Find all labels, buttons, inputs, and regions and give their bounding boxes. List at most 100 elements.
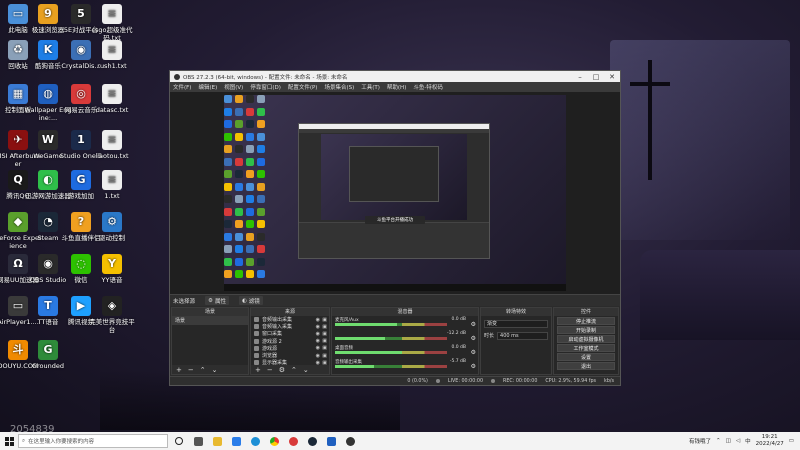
eye-icon[interactable]: ◉ [316,317,320,323]
control-button[interactable]: 设置 [557,353,615,361]
task-view-icon[interactable] [190,433,206,449]
properties-button[interactable]: ⚙ 属性 [205,296,229,305]
cpu-fps: CPU: 2.9%, 59.94 fps [545,378,597,384]
yy-icon: Y [102,254,122,274]
netease-music-icon[interactable] [285,433,301,449]
store-icon[interactable] [228,433,244,449]
lock-icon[interactable]: ▣ [322,324,327,330]
move-up-icon[interactable]: ⌃ [291,366,297,374]
file-explorer-icon[interactable] [209,433,225,449]
preview-icon [257,195,265,203]
control-button[interactable]: 退出 [557,362,615,370]
volume-level [335,365,375,368]
desktop-icon[interactable]: ≡ datasc.txt [88,84,136,114]
system-tray: 有钱哦了 ⌃ ◫ ◁ 中 19:21 2022/4/27 ▭ [689,434,800,448]
eye-icon[interactable]: ◉ [316,338,320,344]
network-icon[interactable]: ◫ [726,438,731,444]
source-item[interactable]: 窗口采集 ◉ ▣ [251,330,329,337]
ime-icon[interactable]: 中 [745,437,751,445]
remove-icon[interactable]: − [188,366,194,374]
preview-icon [224,245,232,253]
remove-icon[interactable]: − [267,366,273,374]
start-button[interactable] [0,432,18,450]
preview-canvas[interactable]: 斗鱼平台开播成功 [224,95,566,291]
menu-item[interactable]: 斗鱼-特权码 [413,83,443,91]
scene-item[interactable]: 场景 [172,316,248,325]
gear-icon[interactable]: ⚙ [471,321,476,328]
wallpaper-sofa [640,250,800,340]
menu-item[interactable]: 配置文件(P) [288,83,318,91]
eye-icon[interactable]: ◉ [316,353,320,359]
lock-icon[interactable]: ▣ [322,331,327,337]
desktop-icon[interactable]: ◈ 完美世界竞技平台 [88,296,136,334]
move-down-icon[interactable]: ⌄ [303,366,309,374]
lock-icon[interactable]: ▣ [322,338,327,344]
minimize-icon[interactable]: – [572,71,588,82]
filters-button[interactable]: ◐ 滤镜 [238,296,263,305]
menu-item[interactable]: 帮助(H) [387,83,406,91]
control-button[interactable]: 开始录制 [557,326,615,334]
desktop-icon[interactable]: Y YY语音 [88,254,136,284]
lock-icon[interactable]: ▣ [322,345,327,351]
lock-icon[interactable]: ▣ [322,317,327,323]
menu-item[interactable]: 编辑(E) [198,83,217,91]
source-item[interactable]: 游戏源 2 ◉ ▣ [251,338,329,345]
transitions-dock: 转场特效 渐变 时长 400 ms [480,307,552,375]
tt-voice-icon: T [38,296,58,316]
obs-preview[interactable]: 斗鱼平台开播成功 [170,92,620,294]
source-item[interactable]: 音频输入采集 ◉ ▣ [251,323,329,330]
transition-type-select[interactable]: 渐变 [484,319,548,328]
close-icon[interactable]: ✕ [604,71,620,82]
eye-icon[interactable]: ◉ [316,345,320,351]
menu-item[interactable]: 文件(F) [173,83,191,91]
edge-icon[interactable] [247,433,263,449]
gear-icon[interactable]: ⚙ [471,363,476,370]
wallpaper-engine-icon[interactable] [323,433,339,449]
chrome-icon[interactable] [266,433,282,449]
chevron-up-icon[interactable]: ⌃ [716,438,721,444]
obs-window[interactable]: OBS 27.2.3 (64-bit, windows) - 配置文件: 未命名… [169,70,621,386]
obs-icon[interactable] [342,433,358,449]
desktop-icon[interactable]: ≡ liaotou.txt [88,130,136,160]
move-up-icon[interactable]: ⌃ [200,366,206,374]
menu-item[interactable]: 停靠窗口(D) [250,83,281,91]
mixer-db: -5.7 dB [449,359,466,364]
menu-item[interactable]: 工具(T) [361,83,380,91]
control-button[interactable]: 工作室模式 [557,344,615,352]
source-item[interactable]: 音频输出采集 ◉ ▣ [251,316,329,323]
transition-duration[interactable]: 时长 400 ms [484,331,548,340]
menu-item[interactable]: 视图(V) [224,83,243,91]
mixer-channel: 麦克风/Aux 0.0 dB ⚙ [332,316,478,330]
steam-icon[interactable] [304,433,320,449]
sources-toolbar: + − ⚙ ⌃ ⌄ [251,365,329,374]
wallpaper-cross [630,60,670,180]
lock-icon[interactable]: ▣ [322,353,327,359]
volume-icon[interactable]: ◁ [736,438,740,444]
desktop-icon[interactable]: ≡ csgo超级准代码.txt [88,4,136,42]
gear-icon[interactable]: ⚙ [279,366,285,374]
notification-icon[interactable]: ▭ [789,438,794,444]
desktop-icon[interactable]: ≡ rush1.txt [88,40,136,70]
menu-item[interactable]: 场景集合(S) [324,83,354,91]
gear-icon[interactable]: ⚙ [471,349,476,356]
control-button[interactable]: 启动虚拟摄像机 [557,335,615,343]
control-button[interactable]: 停止推流 [557,317,615,325]
desktop-icon-label: 驱动控制 [99,234,125,242]
source-item[interactable]: 游戏源 ◉ ▣ [251,345,329,352]
eye-icon[interactable]: ◉ [316,331,320,337]
maximize-icon[interactable]: □ [588,71,604,82]
preview-icon [246,257,254,266]
obs-titlebar[interactable]: OBS 27.2.3 (64-bit, windows) - 配置文件: 未命名… [170,71,620,82]
clock[interactable]: 19:21 2022/4/27 [756,434,784,448]
add-icon[interactable]: + [176,366,182,374]
taskbar-search[interactable]: ⌕ 在这里输入你要搜索的内容 [18,434,168,448]
desktop-icon[interactable]: G Grounded [24,340,72,370]
desktop-icon[interactable]: ⚙ 驱动控制 [88,212,136,242]
add-icon[interactable]: + [255,366,261,374]
move-down-icon[interactable]: ⌄ [212,366,218,374]
eye-icon[interactable]: ◉ [316,324,320,330]
desktop-icon[interactable]: ≡ 1.txt [88,170,136,200]
gear-icon[interactable]: ⚙ [471,335,476,342]
source-item[interactable]: 浏览器 ◉ ▣ [251,352,329,359]
cortana-icon[interactable] [171,433,187,449]
